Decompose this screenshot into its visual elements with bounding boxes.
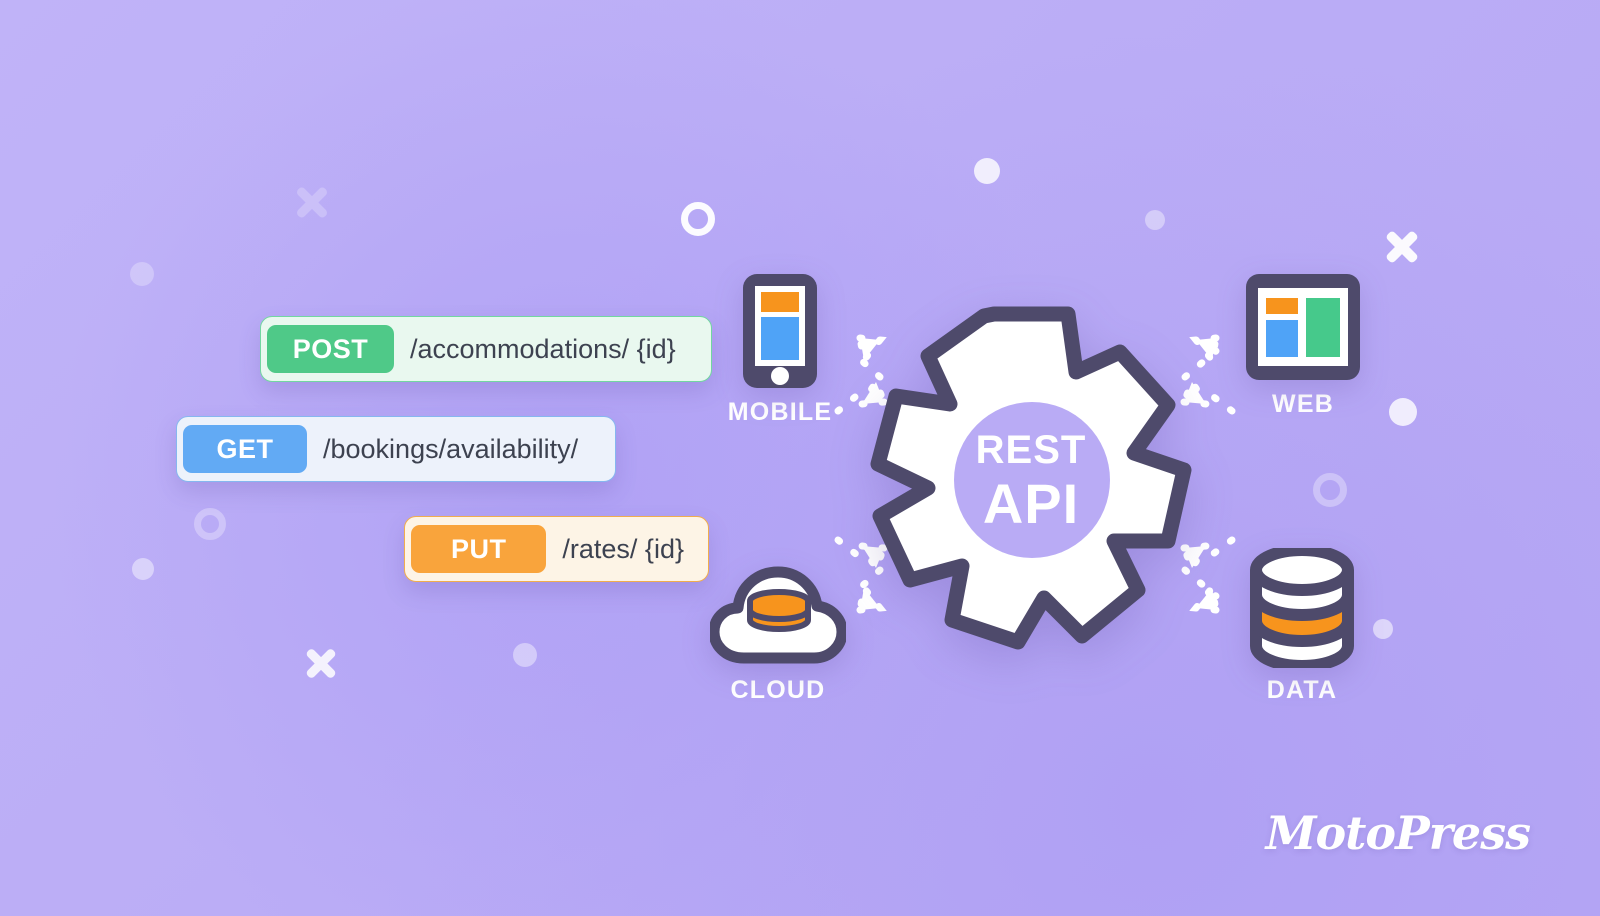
node-cloud[interactable]: CLOUD bbox=[698, 562, 858, 703]
endpoint-path-post: /accommodations/ {id} bbox=[410, 333, 676, 364]
node-label-data: DATA bbox=[1266, 676, 1338, 704]
node-label-cloud: CLOUD bbox=[730, 676, 826, 704]
endpoint-row-get[interactable]: GET /bookings/availability/ bbox=[176, 416, 616, 482]
node-label-web: WEB bbox=[1272, 390, 1334, 418]
hub-label-api: API bbox=[982, 472, 1080, 535]
database-cylinder-icon bbox=[1250, 548, 1354, 668]
endpoint-path-get: /bookings/availability/ bbox=[323, 433, 579, 464]
node-data[interactable]: DATA bbox=[1218, 548, 1386, 703]
node-web[interactable]: WEB bbox=[1218, 272, 1388, 417]
mobile-phone-icon bbox=[743, 274, 817, 388]
endpoint-path-put: /rates/ {id} bbox=[562, 533, 684, 564]
method-badge-get: GET bbox=[183, 425, 307, 473]
node-label-mobile: MOBILE bbox=[727, 398, 833, 426]
browser-window-icon bbox=[1246, 274, 1360, 380]
hub-label-rest: REST bbox=[975, 428, 1087, 472]
endpoint-row-put[interactable]: PUT /rates/ {id} bbox=[404, 516, 709, 582]
endpoint-row-post[interactable]: POST /accommodations/ {id} bbox=[260, 316, 712, 382]
rest-api-hub: REST API bbox=[866, 298, 1196, 658]
method-badge-put: PUT bbox=[411, 525, 547, 573]
cloud-database-icon bbox=[710, 566, 846, 664]
illustration-canvas: POST /accommodations/ {id} GET /bookings… bbox=[0, 0, 1600, 916]
node-mobile[interactable]: MOBILE bbox=[700, 272, 860, 425]
motopress-logo: MotoPress bbox=[1265, 806, 1531, 860]
method-badge-post: POST bbox=[267, 325, 394, 373]
